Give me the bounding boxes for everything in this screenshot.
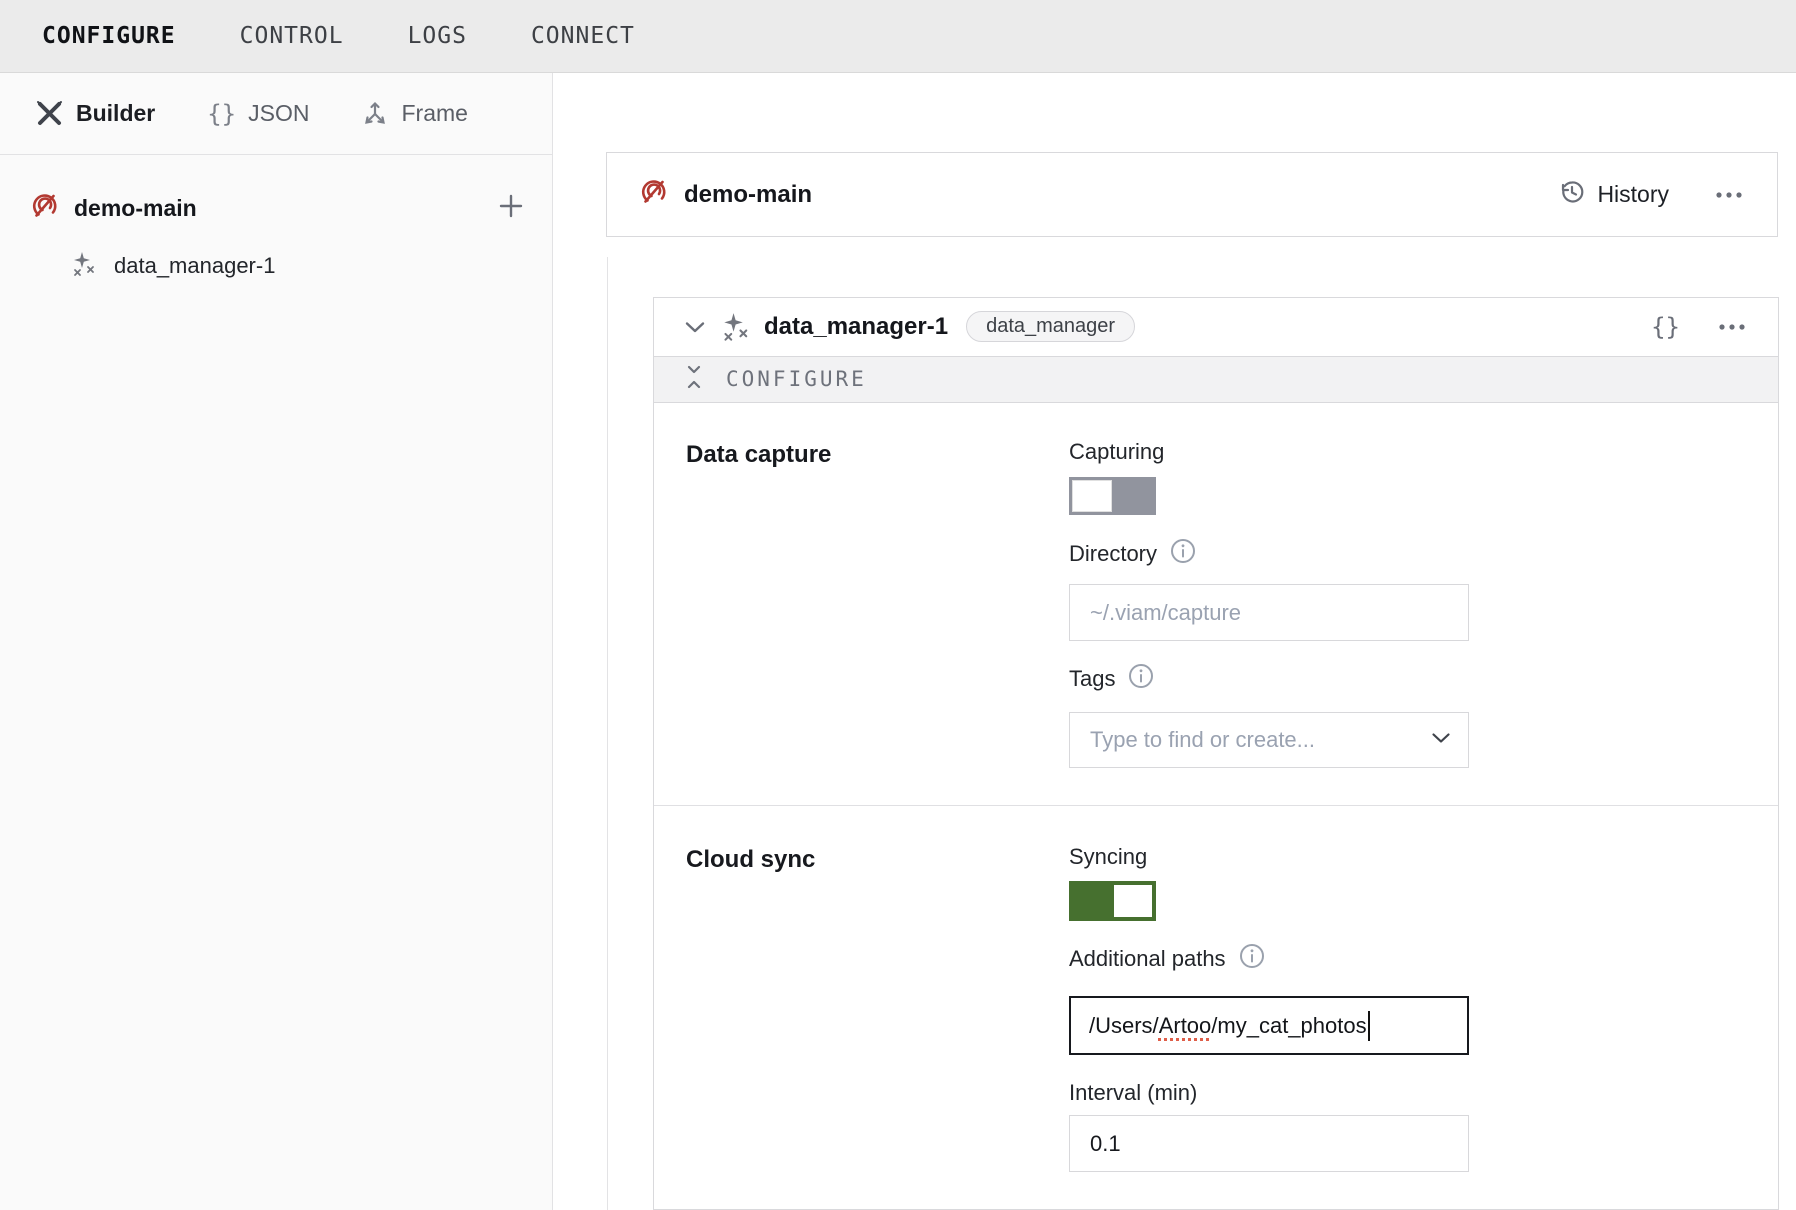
text-caret [1368,1011,1370,1041]
tab-builder-label: Builder [76,100,155,127]
configure-bar-label: CONFIGURE [726,367,867,391]
info-icon[interactable] [1128,663,1154,695]
data-capture-section: Data capture Capturing Directory [654,403,1778,805]
directory-input[interactable] [1069,584,1469,641]
info-icon[interactable] [1239,943,1265,975]
syncing-toggle[interactable] [1069,881,1156,921]
machine-part-title: demo-main [684,181,812,209]
component-type-badge: data_manager [966,311,1135,342]
cloud-sync-heading: Cloud sync [686,844,1069,1172]
sparkles-icon [72,251,98,282]
machine-part-header-card: demo-main History [606,152,1778,237]
tab-json-label: JSON [248,100,309,127]
frame-axes-icon [361,100,389,128]
additional-paths-label: Additional paths [1069,946,1226,972]
viam-machine-page: CONFIGURE CONTROL LOGS CONNECT [0,0,1796,1210]
offline-icon [30,191,60,226]
path-misspelled-word: Artoo [1159,1013,1212,1039]
tab-builder[interactable]: Builder [35,99,155,128]
ellipsis-menu-button[interactable] [1718,323,1748,331]
tree-item-demo-main[interactable]: demo-main [0,183,552,233]
interval-label: Interval (min) [1069,1080,1469,1106]
history-button[interactable]: History [1558,178,1669,211]
plus-icon[interactable] [498,193,524,224]
additional-paths-input[interactable]: /Users/Artoo/my_cat_photos [1069,996,1469,1055]
tree-item-data-manager-1[interactable]: data_manager-1 [0,243,552,289]
interval-input[interactable] [1069,1115,1469,1172]
tab-configure[interactable]: CONFIGURE [42,23,176,49]
data-capture-heading: Data capture [686,439,1069,768]
syncing-label: Syncing [1069,844,1469,870]
tree-child-label: data_manager-1 [114,253,275,279]
capturing-toggle[interactable] [1069,477,1156,515]
config-sidebar: Builder {} JSON Frame [0,73,553,1210]
tab-frame-label: Frame [401,100,467,127]
tab-control[interactable]: CONTROL [240,23,344,49]
info-icon[interactable] [1170,538,1196,570]
curly-braces-icon: {} [207,100,236,128]
tags-combobox[interactable] [1069,712,1469,768]
directory-label: Directory [1069,541,1157,567]
machine-part-tree: demo-main [0,155,552,289]
tags-label: Tags [1069,666,1115,692]
cloud-sync-section: Cloud sync Syncing Additional paths [654,805,1778,1209]
builder-tools-icon [35,99,64,128]
chevron-down-icon[interactable] [684,320,706,334]
curly-braces-icon[interactable]: {} [1651,313,1680,341]
tab-frame[interactable]: Frame [361,100,467,128]
component-name: data_manager-1 [764,313,948,341]
view-mode-tabs: Builder {} JSON Frame [0,73,552,155]
configure-section-bar[interactable]: CONFIGURE [654,356,1778,403]
tab-logs[interactable]: LOGS [408,23,467,49]
top-nav: CONFIGURE CONTROL LOGS CONNECT [0,0,1796,73]
path-suffix: /my_cat_photos [1211,1013,1366,1039]
tree-item-label: demo-main [74,195,197,222]
history-label: History [1597,181,1669,208]
collapse-vertical-icon [684,364,704,395]
history-clock-icon [1558,178,1586,211]
sparkles-icon [722,312,752,342]
tab-json[interactable]: {} JSON [207,100,309,128]
card-group-border [607,257,608,1210]
tab-connect[interactable]: CONNECT [531,23,635,49]
component-card-header: data_manager-1 data_manager {} [654,298,1778,356]
offline-icon [639,177,669,212]
capturing-label: Capturing [1069,439,1469,465]
path-prefix: /Users/ [1089,1013,1159,1039]
ellipsis-menu-button[interactable] [1715,191,1745,199]
data-manager-card: data_manager-1 data_manager {} CONFIGURE… [653,297,1779,1210]
